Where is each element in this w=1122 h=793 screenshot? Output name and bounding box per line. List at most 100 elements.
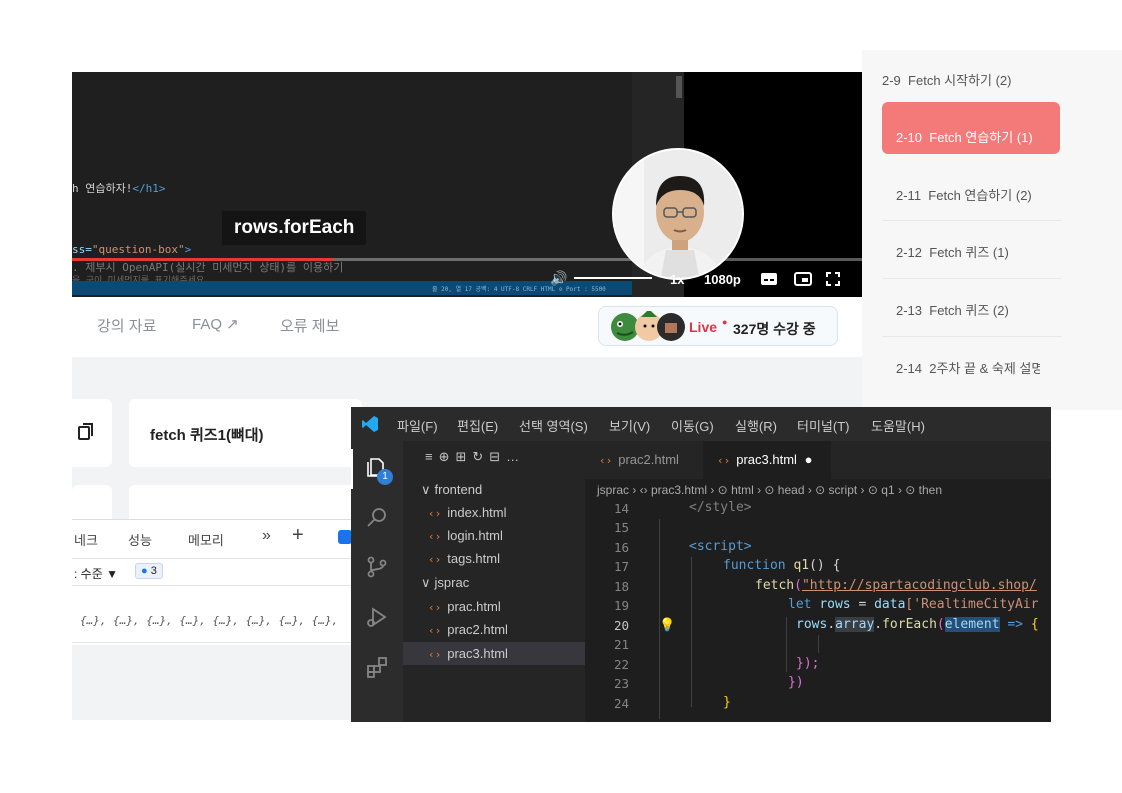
code-line-14[interactable]: </style> <box>689 500 752 515</box>
video-statusbar-text: 줄 20, 열 17 공백: 4 UTF-8 CRLF HTML ⊘ Port … <box>432 286 606 293</box>
code-line-22[interactable]: }); <box>796 656 819 671</box>
search-icon[interactable] <box>365 505 389 529</box>
menu-file[interactable]: 파일(F) <box>397 416 438 435</box>
lesson-divider <box>882 220 1062 221</box>
lightbulb-icon[interactable]: 💡 <box>659 617 675 633</box>
line-number: 22 <box>613 657 629 672</box>
line-number: 15 <box>613 520 629 535</box>
line-number: 21 <box>613 637 629 652</box>
lesson-item[interactable]: 2-11 Fetch 연습하기 (2) <box>896 185 1096 204</box>
tab-lecture-materials[interactable]: 강의 자료 <box>97 315 156 336</box>
lesson-item-active[interactable]: 2-10 Fetch 연습하기 (1) <box>896 127 1096 146</box>
speed-button[interactable]: 1x <box>670 272 684 287</box>
instructor-face-icon <box>614 150 742 278</box>
line-number: 24 <box>613 696 629 711</box>
vscode-activity-bar: 1 <box>351 441 403 722</box>
lesson-item[interactable]: 2-9 Fetch 시작하기 (2) <box>882 70 1082 89</box>
log-level-dropdown[interactable]: : 수준 ▼ <box>74 565 118 582</box>
editor-tab-prac3[interactable]: ‹› prac3.html ● <box>703 441 831 479</box>
tab-faq[interactable]: FAQ ↗ <box>192 315 239 333</box>
lesson-item[interactable]: 2-13 Fetch 퀴즈 (2) <box>896 300 1096 319</box>
chevron-down-icon: ∨ <box>421 575 431 590</box>
menu-run[interactable]: 실행(R) <box>735 416 777 435</box>
video-statusbar: 줄 20, 열 17 공백: 4 UTF-8 CRLF HTML ⊘ Port … <box>72 281 684 295</box>
console-output: {…}, {…}, {…}, {…}, {…}, {…}, {…}, {…}, <box>80 614 339 627</box>
volume-icon[interactable]: 🔊 <box>550 270 567 287</box>
editor-breadcrumb[interactable]: jsprac › ‹› prac3.html › ⊙ html › ⊙ head… <box>597 479 1051 501</box>
live-viewer-count: 327명 수강 중 <box>733 321 816 337</box>
live-status-pill: Live ● 327명 수강 중 <box>598 306 838 346</box>
code-line-17[interactable]: function q1() { <box>723 558 840 573</box>
subtitles-icon[interactable] <box>760 272 778 291</box>
html-file-icon: ‹› <box>428 530 442 543</box>
menu-view[interactable]: 보기(V) <box>609 416 650 435</box>
fullscreen-icon[interactable] <box>826 272 840 291</box>
live-avatars-icon <box>611 311 685 341</box>
video-subtitle: rows.forEach <box>222 211 367 245</box>
code-line-20[interactable]: rows.array.forEach(element => { <box>796 617 1039 632</box>
tree-file-prac2[interactable]: ‹› prac2.html <box>428 618 508 641</box>
lesson-item[interactable]: 2-14 2주차 끝 & 숙제 설명 <box>896 358 1040 377</box>
tab-report-error[interactable]: 오류 제보 <box>280 315 339 336</box>
lesson-sidebar: 2-9 Fetch 시작하기 (2) 2-10 Fetch 연습하기 (1) 2… <box>862 50 1122 410</box>
code-line-16[interactable]: <script> <box>689 539 752 554</box>
html-file-icon: ‹› <box>428 648 442 661</box>
source-control-icon[interactable] <box>365 555 389 579</box>
video-progress-fill <box>72 258 333 261</box>
menu-edit[interactable]: 편집(E) <box>457 416 498 435</box>
devtools-tab-network[interactable]: 네크 <box>74 530 98 549</box>
tree-file-prac3[interactable]: ‹› prac3.html <box>428 642 508 665</box>
tree-file-login[interactable]: ‹› login.html <box>428 524 503 547</box>
quiz-card[interactable] <box>72 399 112 467</box>
chevron-down-icon: ∨ <box>421 482 431 497</box>
html-file-icon: ‹› <box>428 601 442 614</box>
tree-file-prac[interactable]: ‹› prac.html <box>428 595 501 618</box>
tree-file-tags[interactable]: ‹› tags.html <box>428 547 500 570</box>
line-number: 19 <box>613 598 629 613</box>
code-line-18[interactable]: fetch("http://spartacodingclub.shop/ <box>755 578 1037 593</box>
html-file-icon: ‹› <box>717 454 731 467</box>
live-label: Live <box>689 319 718 335</box>
lesson-divider <box>882 336 1062 337</box>
menu-go[interactable]: 이동(G) <box>671 416 714 435</box>
devtools-tab-performance[interactable]: 성능 <box>128 530 152 549</box>
devtools-tab-memory[interactable]: 메모리 <box>188 530 224 549</box>
issues-badge-icon: ● <box>141 565 148 577</box>
browser-devtools: 네크 성능 메모리 » + : 수준 ▼ ● 3 {…}, {…}, {…}, … <box>72 519 372 645</box>
devtools-console-toolbar: : 수준 ▼ ● 3 <box>72 558 372 586</box>
devtools-more-tabs[interactable]: » <box>262 527 271 545</box>
line-number: 17 <box>613 559 629 574</box>
copy-icon[interactable] <box>76 421 96 441</box>
quiz-card-title: fetch 퀴즈1(뼈대) <box>150 427 264 444</box>
tree-file-index[interactable]: ‹› index.html <box>428 501 507 524</box>
run-debug-icon[interactable] <box>365 605 389 629</box>
vscode-window: 파일(F) 편집(E) 선택 영역(S) 보기(V) 이동(G) 실행(R) 터… <box>351 407 1051 722</box>
lecture-video[interactable]: h 연습하자!</h1> ss="question-box"> . 제부시 Op… <box>72 72 862 297</box>
devtools-add-tab[interactable]: + <box>292 524 304 547</box>
volume-slider[interactable] <box>574 277 652 279</box>
quiz-card[interactable]: fetch 퀴즈1(뼈대) <box>129 399 362 467</box>
explorer-toolbar-icons[interactable]: ≡⊕⊞↻⊟… <box>425 449 525 465</box>
line-number: 14 <box>613 501 629 516</box>
code-line-24[interactable]: } <box>723 695 731 710</box>
html-file-icon: ‹› <box>428 553 442 566</box>
code-line-23[interactable]: }) <box>788 675 804 690</box>
video-scroll-thumb <box>676 76 682 98</box>
menu-terminal[interactable]: 터미널(T) <box>797 416 849 435</box>
vscode-logo-icon <box>362 416 378 432</box>
devtools-issues-icon[interactable] <box>338 530 352 544</box>
tree-folder-jsprac[interactable]: ∨ jsprac <box>421 571 469 594</box>
tree-folder-frontend[interactable]: ∨ frontend <box>421 478 482 501</box>
issues-badge[interactable]: ● 3 <box>135 563 163 579</box>
menu-help[interactable]: 도움말(H) <box>871 416 925 435</box>
code-line-19[interactable]: let rows = data['RealtimeCityAir <box>788 597 1038 612</box>
menu-selection[interactable]: 선택 영역(S) <box>519 416 588 435</box>
quality-button[interactable]: 1080p <box>704 272 741 287</box>
extensions-icon[interactable] <box>365 655 389 679</box>
miniplayer-icon[interactable] <box>794 272 812 291</box>
line-number-current: 20 <box>613 618 629 633</box>
lesson-item[interactable]: 2-12 Fetch 퀴즈 (1) <box>896 242 1096 261</box>
unsaved-dot-icon[interactable]: ● <box>805 452 813 467</box>
editor-tab-prac2[interactable]: ‹› prac2.html <box>585 441 703 479</box>
activity-active-indicator <box>351 449 353 489</box>
